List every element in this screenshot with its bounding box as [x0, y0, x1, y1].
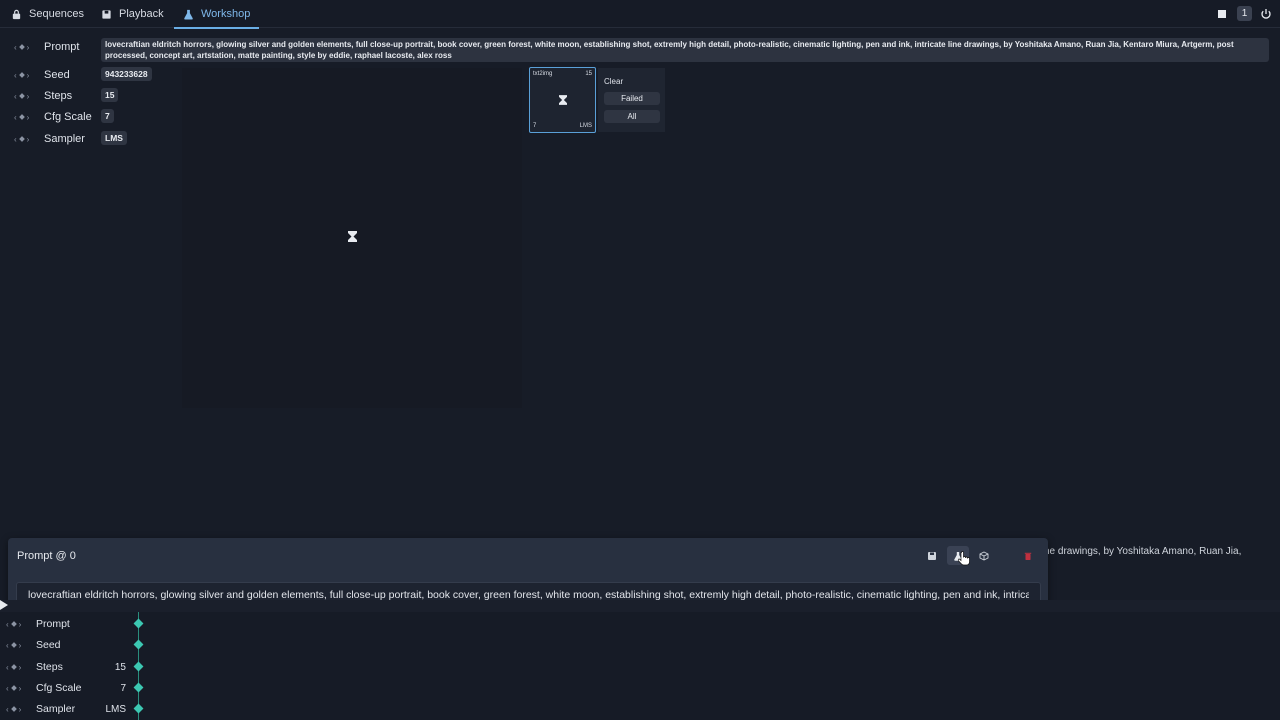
lock-icon — [12, 9, 21, 19]
keyframe-diamond-icon[interactable] — [10, 685, 17, 691]
clear-label: Clear — [604, 77, 624, 86]
thumbnail-steps: 15 — [585, 71, 592, 77]
tab-playback[interactable]: Playback — [101, 0, 164, 28]
save-keyframe-button[interactable] — [921, 546, 943, 565]
queue-panel: Clear Failed All — [598, 68, 665, 132]
power-icon[interactable] — [1260, 8, 1272, 20]
param-label-cfg-scale: Cfg Scale — [44, 111, 92, 123]
timeline-ruler[interactable] — [0, 600, 1280, 612]
next-keyframe-icon[interactable]: › — [19, 663, 22, 672]
prompt-value[interactable]: lovecraftian eldritch horrors, glowing s… — [101, 38, 1269, 62]
prev-keyframe-icon[interactable]: ‹ — [14, 92, 17, 101]
keyframe-diamond-icon[interactable] — [18, 93, 25, 99]
top-nav: Sequences Playback Workshop 1 — [0, 0, 1280, 29]
timeline-value-steps: 15 — [114, 661, 126, 673]
cube-icon — [979, 550, 989, 561]
param-row-seed: ‹ › Seed — [14, 67, 70, 83]
timeline-label-seed: Seed — [36, 639, 61, 651]
tab-sequences[interactable]: Sequences — [11, 0, 84, 28]
timeline-row-steps: ‹ › Steps 15 — [6, 659, 126, 675]
seed-value[interactable]: 943233628 — [101, 67, 152, 81]
trash-icon — [1024, 552, 1032, 560]
param-row-prompt: ‹ › Prompt — [14, 39, 79, 55]
tab-workshop[interactable]: Workshop — [173, 0, 260, 29]
param-row-cfg-scale: ‹ › Cfg Scale — [14, 109, 92, 125]
hourglass-icon — [348, 231, 357, 242]
steps-value[interactable]: 15 — [101, 88, 119, 102]
next-keyframe-icon[interactable]: › — [27, 43, 30, 52]
prev-keyframe-icon[interactable]: ‹ — [6, 705, 9, 714]
next-keyframe-icon[interactable]: › — [19, 705, 22, 714]
prev-keyframe-icon[interactable]: ‹ — [14, 113, 17, 122]
tab-sequences-label: Sequences — [29, 8, 85, 20]
background-prompt-text: ne drawings, by Yoshitaka Amano, Ruan Ji… — [1044, 546, 1242, 557]
keyframe-diamond-icon[interactable] — [18, 44, 25, 50]
pointer-cursor-icon — [957, 551, 970, 570]
prev-keyframe-icon[interactable]: ‹ — [14, 71, 17, 80]
stop-icon[interactable] — [1218, 9, 1226, 18]
timeline-label-steps: Steps — [36, 661, 63, 673]
param-label-sampler: Sampler — [44, 133, 85, 145]
next-keyframe-icon[interactable]: › — [27, 71, 30, 80]
flask-icon — [184, 9, 193, 20]
prev-keyframe-icon[interactable]: ‹ — [14, 135, 17, 144]
next-keyframe-icon[interactable]: › — [19, 684, 22, 693]
param-label-seed: Seed — [44, 69, 70, 81]
param-row-sampler: ‹ › Sampler — [14, 131, 85, 147]
timeline — [0, 600, 1280, 720]
timeline-row-cfg-scale: ‹ › Cfg Scale 7 — [6, 680, 126, 696]
tab-playback-label: Playback — [119, 8, 164, 20]
thumbnail-mode: txt2img — [533, 71, 553, 77]
timeline-value-cfg-scale: 7 — [120, 682, 126, 694]
save-icon — [102, 9, 111, 19]
delete-keyframe-button[interactable] — [1017, 546, 1039, 565]
timeline-label-prompt: Prompt — [36, 618, 70, 630]
save-icon — [928, 551, 936, 560]
prev-keyframe-icon[interactable]: ‹ — [6, 620, 9, 629]
keyframe-diamond-icon[interactable] — [18, 114, 25, 120]
param-label-steps: Steps — [44, 90, 73, 102]
playhead-icon[interactable] — [0, 600, 8, 610]
cube-button[interactable] — [973, 546, 995, 565]
queue-count-badge[interactable]: 1 — [1237, 6, 1252, 21]
next-keyframe-icon[interactable]: › — [19, 641, 22, 650]
timeline-label-sampler: Sampler — [36, 703, 76, 715]
cfg-scale-value[interactable]: 7 — [101, 109, 114, 123]
next-keyframe-icon[interactable]: › — [27, 92, 30, 101]
param-row-steps: ‹ › Steps — [14, 88, 72, 104]
clear-failed-button[interactable]: Failed — [604, 92, 660, 105]
thumbnail-sampler: LMS — [579, 123, 592, 129]
sampler-value[interactable]: LMS — [101, 131, 127, 145]
timeline-row-sampler: ‹ › Sampler LMS — [6, 701, 126, 717]
thumbnail-cfg: 7 — [533, 123, 537, 129]
next-keyframe-icon[interactable]: › — [19, 620, 22, 629]
prev-keyframe-icon[interactable]: ‹ — [14, 43, 17, 52]
timeline-label-cfg-scale: Cfg Scale — [36, 682, 82, 694]
prev-keyframe-icon[interactable]: ‹ — [6, 663, 9, 672]
editor-title: Prompt @ 0 — [17, 550, 76, 562]
keyframe-diamond-icon[interactable] — [18, 72, 25, 78]
queue-thumbnail[interactable]: txt2img 15 7 LMS — [529, 67, 596, 133]
tab-workshop-label: Workshop — [201, 8, 251, 20]
prev-keyframe-icon[interactable]: ‹ — [6, 641, 9, 650]
keyframe-diamond-icon[interactable] — [18, 136, 25, 142]
keyframe-diamond-icon[interactable] — [10, 706, 17, 712]
next-keyframe-icon[interactable]: › — [27, 135, 30, 144]
param-label-prompt: Prompt — [44, 41, 80, 53]
timeline-row-prompt: ‹ › Prompt — [6, 616, 126, 632]
keyframe-diamond-icon[interactable] — [10, 664, 17, 670]
keyframe-diamond-icon[interactable] — [10, 621, 17, 627]
keyframe-diamond-icon[interactable] — [10, 642, 17, 648]
hourglass-icon — [559, 95, 567, 105]
next-keyframe-icon[interactable]: › — [27, 113, 30, 122]
prev-keyframe-icon[interactable]: ‹ — [6, 684, 9, 693]
timeline-value-sampler: LMS — [105, 703, 126, 715]
timeline-row-seed: ‹ › Seed — [6, 637, 126, 653]
clear-all-button[interactable]: All — [604, 110, 660, 123]
